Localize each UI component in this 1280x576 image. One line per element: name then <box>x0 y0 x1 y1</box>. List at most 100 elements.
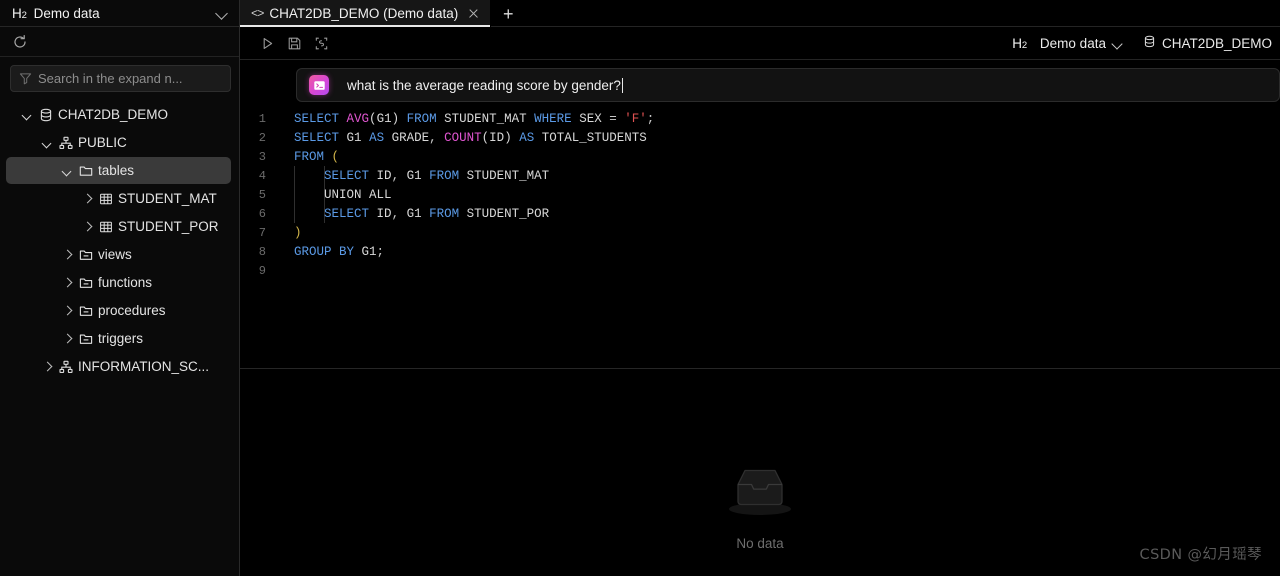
table-icon <box>96 192 116 206</box>
tree-item-label: procedures <box>98 303 166 318</box>
connection-name: Demo data <box>33 5 100 21</box>
line-number: 6 <box>258 206 266 221</box>
schema-icon <box>56 360 76 374</box>
line-number: 8 <box>258 244 266 259</box>
line-number: 5 <box>258 187 266 202</box>
table-icon <box>96 220 116 234</box>
code-line: 3 FROM ( <box>240 147 1280 166</box>
database-chip[interactable]: CHAT2DB_DEMO <box>1133 35 1272 51</box>
ai-prompt-text: what is the average reading score by gen… <box>347 77 623 93</box>
plus-icon: + <box>502 3 514 24</box>
expand-toggle[interactable] <box>58 334 76 344</box>
new-tab-button[interactable]: + <box>491 0 525 27</box>
expand-toggle[interactable] <box>78 194 96 204</box>
tree-item-label: views <box>98 247 132 262</box>
folder-open-icon <box>76 164 96 178</box>
expand-toggle[interactable] <box>38 362 56 372</box>
tab-title: CHAT2DB_DEMO (Demo data) <box>269 6 459 21</box>
code-content: SELECT G1 AS GRADE, COUNT(ID) AS TOTAL_S… <box>294 130 647 145</box>
expand-toggle[interactable] <box>58 278 76 288</box>
connection-chip-label: Demo data <box>1039 35 1106 51</box>
tree-item-triggers[interactable]: triggers <box>6 325 231 352</box>
tab-chat2db-demo[interactable]: <> CHAT2DB_DEMO (Demo data) <box>240 0 492 27</box>
chevron-right-icon <box>82 222 92 232</box>
code-line: 7 ) <box>240 223 1280 242</box>
chevron-down-icon[interactable] <box>215 6 229 20</box>
tree-item-label: INFORMATION_SC... <box>78 359 210 374</box>
database-icon <box>1143 35 1156 51</box>
watermark: CSDN @幻月瑶琴 <box>1139 547 1262 563</box>
expand-toggle[interactable] <box>58 166 76 176</box>
line-number: 9 <box>258 263 266 278</box>
expand-toggle[interactable] <box>58 250 76 260</box>
tree-item-label: STUDENT_MAT <box>118 191 217 206</box>
code-line: 9 <box>240 261 1280 280</box>
main-area: <> CHAT2DB_DEMO (Demo data) + H 2 Demo d… <box>240 0 1280 576</box>
ai-prompt-row: what is the average reading score by gen… <box>240 60 1280 102</box>
close-icon[interactable] <box>466 6 481 21</box>
schema-icon <box>56 136 76 150</box>
chevron-right-icon <box>82 194 92 204</box>
tree-item-label: STUDENT_POR <box>118 219 219 234</box>
results-pane: No data <box>240 369 1280 576</box>
connection-selector[interactable]: H2 Demo data <box>0 0 239 27</box>
connection-chip[interactable]: H2 Demo data <box>1002 36 1133 51</box>
format-sql-button[interactable] <box>308 32 335 55</box>
tree-item-tables[interactable]: tables <box>6 157 231 184</box>
tree-item-information-schema[interactable]: INFORMATION_SC... <box>6 353 231 380</box>
tree-item-label: PUBLIC <box>78 135 127 150</box>
expand-toggle[interactable] <box>58 306 76 316</box>
chevron-right-icon <box>62 334 72 344</box>
run-button[interactable] <box>254 32 281 55</box>
chevron-right-icon <box>62 306 72 316</box>
tree-item-functions[interactable]: functions <box>6 269 231 296</box>
code-content: GROUP BY G1; <box>294 244 385 259</box>
line-number: 7 <box>258 225 266 240</box>
sidebar: H2 Demo data Search in the expand n... C… <box>0 0 240 576</box>
tree-item-label: triggers <box>98 331 144 346</box>
tree-item-student-mat[interactable]: STUDENT_MAT <box>6 185 231 212</box>
line-number: 3 <box>258 149 266 164</box>
sql-code-editor[interactable]: 1 SELECT AVG(G1) FROM STUDENT_MAT WHERE … <box>240 109 1280 280</box>
search-placeholder: Search in the expand n... <box>38 71 183 86</box>
chevron-down-icon <box>22 110 32 120</box>
tree-item-label: CHAT2DB_DEMO <box>58 107 169 122</box>
code-content: SELECT ID, G1 FROM STUDENT_POR <box>324 206 550 221</box>
tree-item-label: tables <box>98 163 135 178</box>
ai-prompt-input[interactable]: what is the average reading score by gen… <box>296 68 1280 102</box>
code-content: UNION ALL <box>324 187 392 202</box>
chevron-right-icon <box>62 250 72 260</box>
tree-item-views[interactable]: views <box>6 241 231 268</box>
folder-icon <box>76 276 96 290</box>
chevron-right-icon <box>42 362 52 372</box>
code-content: SELECT ID, G1 FROM STUDENT_MAT <box>324 168 550 183</box>
tree-item-procedures[interactable]: procedures <box>6 297 231 324</box>
code-line: 1 SELECT AVG(G1) FROM STUDENT_MAT WHERE … <box>240 109 1280 128</box>
text-cursor <box>621 77 623 93</box>
tree-item-chat2db-demo[interactable]: CHAT2DB_DEMO <box>6 101 231 128</box>
line-number: 2 <box>258 130 266 145</box>
line-number: 1 <box>258 111 266 126</box>
refresh-icon[interactable] <box>12 34 28 50</box>
expand-toggle[interactable] <box>18 110 36 120</box>
filter-icon <box>19 73 32 85</box>
h2-logo: H2 <box>1012 35 1027 51</box>
database-icon <box>36 108 56 122</box>
tab-bar: <> CHAT2DB_DEMO (Demo data) + <box>240 0 1280 27</box>
search-input[interactable]: Search in the expand n... <box>10 65 231 92</box>
save-button[interactable] <box>281 32 308 55</box>
expand-toggle[interactable] <box>78 222 96 232</box>
chevron-down-icon <box>42 138 52 148</box>
h2-logo: H2 <box>12 5 27 21</box>
tree-item-public[interactable]: PUBLIC <box>6 129 231 156</box>
folder-icon <box>76 248 96 262</box>
code-line: 8 GROUP BY G1; <box>240 242 1280 261</box>
tree-item-student-por[interactable]: STUDENT_POR <box>6 213 231 240</box>
ai-assistant-icon[interactable] <box>309 75 329 95</box>
chat2db-app: H2 Demo data Search in the expand n... C… <box>0 0 1280 576</box>
chevron-down-icon <box>62 166 72 176</box>
code-content: FROM ( <box>294 149 340 164</box>
code-content: ) <box>294 225 302 240</box>
search-container: Search in the expand n... <box>0 57 239 98</box>
expand-toggle[interactable] <box>38 138 56 148</box>
